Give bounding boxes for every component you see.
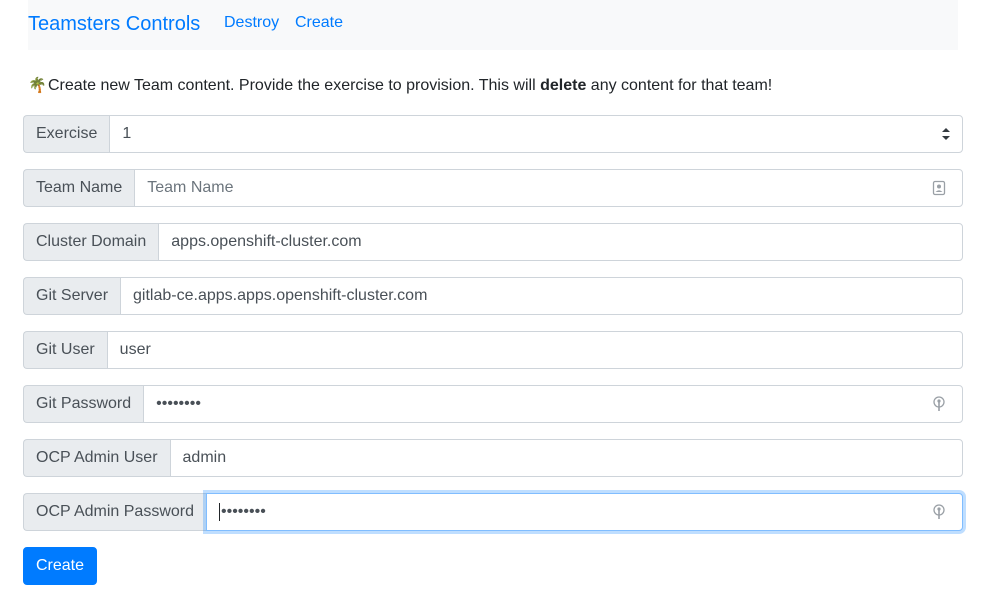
intro-text-before: Create new Team content. Provide the exe… <box>48 77 541 94</box>
nav-link-create[interactable]: Create <box>295 13 343 33</box>
team-name-group: Team Name Team Name <box>23 169 963 207</box>
git-password-input[interactable]: •••••••• <box>143 385 963 423</box>
git-server-value: gitlab-ce.apps.apps.openshift-cluster.co… <box>133 287 428 304</box>
navbar: Teamsters Controls Destroy Create <box>28 0 958 50</box>
intro-text-after: any content for that team! <box>586 77 773 94</box>
brand-link[interactable]: Teamsters Controls <box>28 12 200 36</box>
ocp-admin-password-value: •••••••• <box>221 503 266 520</box>
ocp-admin-password-group: OCP Admin Password •••••••• <box>23 493 963 531</box>
team-name-label: Team Name <box>23 169 135 207</box>
team-name-placeholder: Team Name <box>147 179 234 196</box>
git-user-input[interactable]: user <box>106 331 963 369</box>
git-user-group: Git User user <box>23 331 963 369</box>
exercise-group: Exercise 1 <box>23 115 963 153</box>
git-password-value: •••••••• <box>156 395 201 412</box>
exercise-select[interactable]: 1 <box>109 115 963 153</box>
text-cursor <box>219 502 220 521</box>
git-password-label: Git Password <box>23 385 144 423</box>
ocp-admin-user-label: OCP Admin User <box>23 439 170 477</box>
ocp-admin-user-value: admin <box>182 449 227 466</box>
cluster-domain-input[interactable]: apps.openshift-cluster.com <box>158 223 963 261</box>
intro-text-bold: delete <box>540 77 587 94</box>
cluster-domain-value: apps.openshift-cluster.com <box>171 233 362 250</box>
exercise-label: Exercise <box>23 115 110 153</box>
password-key-icon[interactable] <box>932 504 946 520</box>
git-server-label: Git Server <box>23 277 121 315</box>
git-user-label: Git User <box>23 331 107 369</box>
password-key-icon[interactable] <box>932 396 946 412</box>
team-name-input[interactable]: Team Name <box>134 169 963 207</box>
ocp-admin-user-input[interactable]: admin <box>169 439 963 477</box>
select-arrows-icon <box>942 128 950 140</box>
nav-link-destroy[interactable]: Destroy <box>224 13 279 33</box>
ocp-admin-password-label: OCP Admin Password <box>23 493 206 531</box>
git-server-input[interactable]: gitlab-ce.apps.apps.openshift-cluster.co… <box>120 277 963 315</box>
intro-text: 🌴Create new Team content. Provide the ex… <box>28 76 772 96</box>
cluster-domain-group: Cluster Domain apps.openshift-cluster.co… <box>23 223 963 261</box>
create-button[interactable]: Create <box>23 547 97 585</box>
git-user-value: user <box>119 341 151 358</box>
exercise-select-value: 1 <box>122 125 132 142</box>
git-password-group: Git Password •••••••• <box>23 385 963 423</box>
contact-card-icon[interactable] <box>932 180 946 196</box>
palm-tree-icon: 🌴 <box>28 77 47 94</box>
cluster-domain-label: Cluster Domain <box>23 223 159 261</box>
ocp-admin-user-group: OCP Admin User admin <box>23 439 963 477</box>
ocp-admin-password-input[interactable]: •••••••• <box>206 493 963 531</box>
git-server-group: Git Server gitlab-ce.apps.apps.openshift… <box>23 277 963 315</box>
